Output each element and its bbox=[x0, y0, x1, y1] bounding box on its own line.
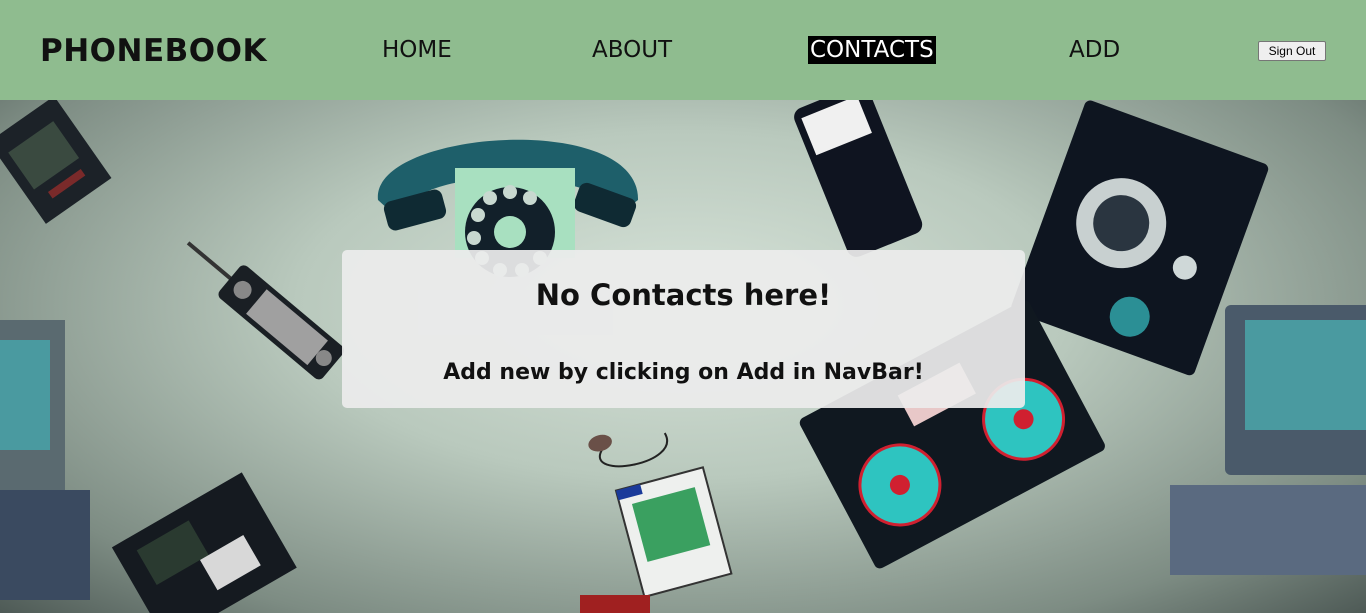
computer-left-illustration bbox=[0, 320, 90, 600]
empty-state-message: Add new by clicking on Add in NavBar! bbox=[443, 360, 924, 385]
brand-logo: PHONEBOOK bbox=[40, 33, 267, 69]
red-device-illustration bbox=[580, 595, 650, 613]
navbar: PHONEBOOK HOME ABOUT CONTACTS ADD Sign O… bbox=[0, 0, 1366, 100]
nav-link-add[interactable]: ADD bbox=[1067, 36, 1122, 64]
remote-control-illustration bbox=[794, 100, 923, 257]
sign-out-button[interactable]: Sign Out bbox=[1258, 41, 1326, 61]
nav-link-about[interactable]: ABOUT bbox=[590, 36, 674, 64]
walkman-illustration bbox=[588, 432, 733, 599]
nav-link-contacts[interactable]: CONTACTS bbox=[808, 36, 936, 64]
brick-phone-illustration bbox=[186, 241, 345, 380]
cassette-box-illustration bbox=[0, 100, 112, 224]
empty-state-title: No Contacts here! bbox=[535, 278, 832, 312]
vhs-tape-illustration bbox=[111, 472, 297, 613]
nav-link-home[interactable]: HOME bbox=[380, 36, 454, 64]
empty-state-card: No Contacts here! Add new by clicking on… bbox=[342, 250, 1025, 408]
